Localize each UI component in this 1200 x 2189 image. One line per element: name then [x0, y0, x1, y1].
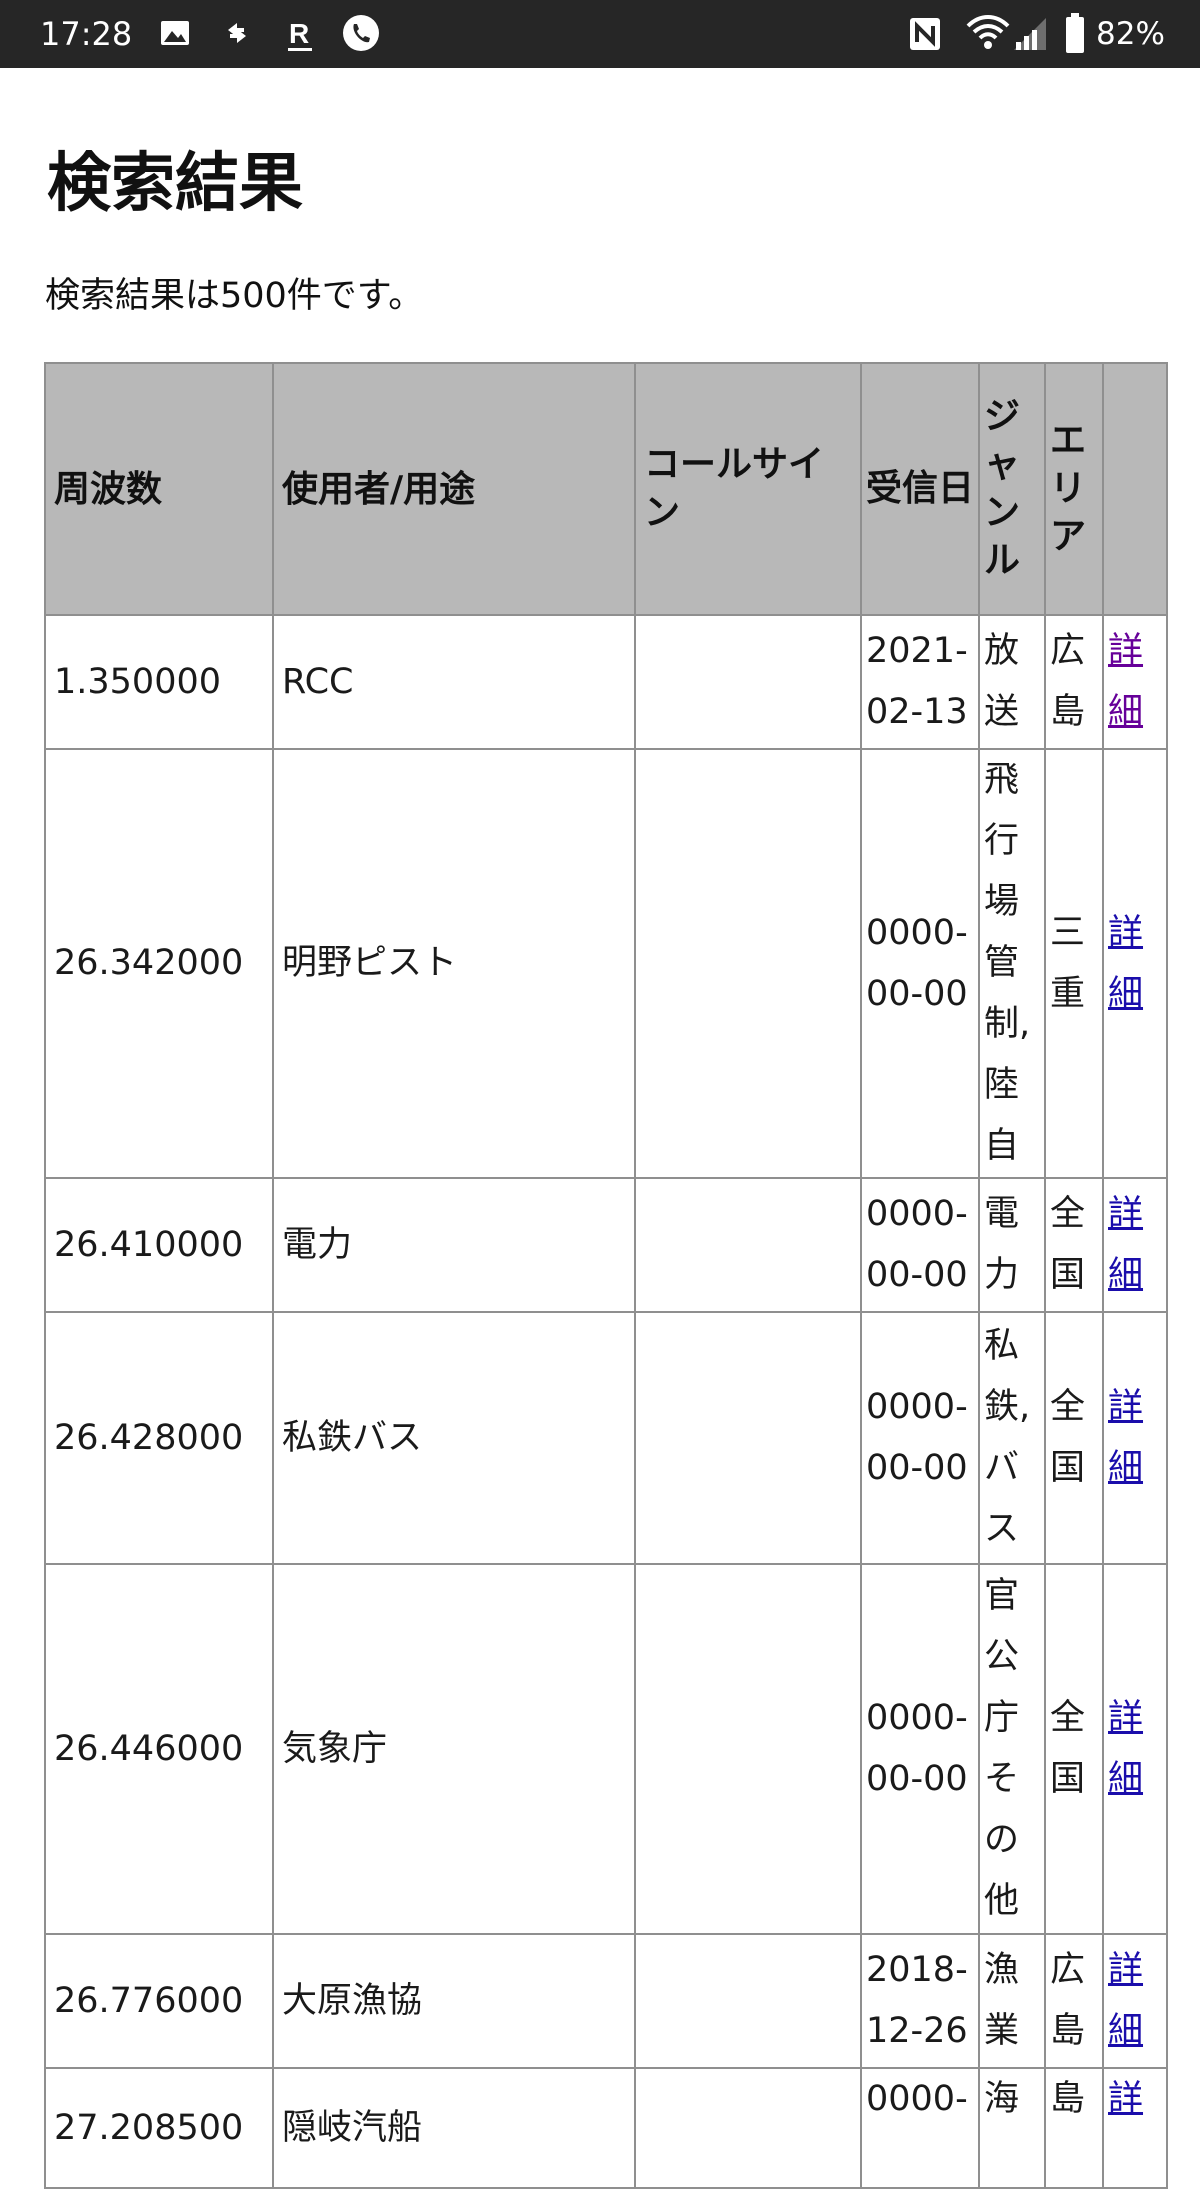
cell-area: 広島	[1044, 614, 1104, 750]
cell-detail: 詳細	[1102, 1177, 1168, 1313]
table-row: 26.342000 明野ピスト 0000-00-00 飛行場管制,陸自 三重 詳…	[44, 748, 1168, 1179]
detail-link[interactable]: 詳細	[1108, 913, 1143, 1014]
battery-percent: 82%	[1096, 16, 1165, 52]
header-date: 受信日	[860, 362, 980, 616]
cell-frequency: 1.350000	[44, 614, 274, 750]
header-user: 使用者/用途	[272, 362, 636, 616]
status-time: 17:28	[40, 15, 133, 53]
results-table: 周波数 使用者/用途 コールサイン 受信日 ジャンル エリア 1.350000 …	[44, 362, 1168, 2189]
cell-genre: 飛行場管制,陸自	[978, 748, 1046, 1179]
cell-area: 島	[1044, 2067, 1104, 2189]
cell-genre: 海	[978, 2067, 1046, 2189]
cell-genre: 私鉄,バス	[978, 1311, 1046, 1565]
header-link	[1102, 362, 1168, 616]
cell-genre: 電力	[978, 1177, 1046, 1313]
cell-date: 0000-00-00	[860, 1563, 980, 1935]
cell-genre: 官公庁その他	[978, 1563, 1046, 1935]
table-row: 26.428000 私鉄バス 0000-00-00 私鉄,バス 全国 詳細	[44, 1311, 1168, 1565]
cell-area: 三重	[1044, 748, 1104, 1179]
cell-detail: 詳細	[1102, 1563, 1168, 1935]
table-header-row: 周波数 使用者/用途 コールサイン 受信日 ジャンル エリア	[44, 362, 1168, 616]
detail-link[interactable]: 詳細	[1108, 1950, 1143, 2051]
cell-detail: 詳細	[1102, 748, 1168, 1179]
cell-genre: 漁業	[978, 1933, 1046, 2069]
detail-link[interactable]: 詳細	[1108, 631, 1143, 732]
detail-link[interactable]: 詳細	[1108, 1698, 1143, 1799]
rakuten-glyph: R	[289, 18, 309, 49]
cell-date: 0000-	[860, 2067, 980, 2189]
cell-user: RCC	[272, 614, 636, 750]
status-bar: 17:28 R 82%	[0, 0, 1200, 68]
detail-link[interactable]: 詳細	[1108, 1194, 1143, 1295]
cell-user: 私鉄バス	[272, 1311, 636, 1565]
cell-area: 広島	[1044, 1933, 1104, 2069]
header-frequency: 周波数	[44, 362, 274, 616]
cell-detail: 詳	[1102, 2067, 1168, 2189]
cell-callsign	[634, 1311, 862, 1565]
cell-date: 2018-12-26	[860, 1933, 980, 2069]
cell-callsign	[634, 614, 862, 750]
cell-detail: 詳細	[1102, 1933, 1168, 2069]
signal-icon	[1014, 18, 1046, 50]
cell-area: 全国	[1044, 1177, 1104, 1313]
header-area: エリア	[1044, 362, 1104, 616]
table-row: 1.350000 RCC 2021-02-13 放送 広島 詳細	[44, 614, 1168, 750]
cell-user: 明野ピスト	[272, 748, 636, 1179]
cell-callsign	[634, 748, 862, 1179]
cell-detail: 詳細	[1102, 614, 1168, 750]
table-row: 26.446000 気象庁 0000-00-00 官公庁その他 全国 詳細	[44, 1563, 1168, 1935]
header-genre: ジャンル	[978, 362, 1046, 616]
gallery-icon	[161, 21, 189, 45]
cell-callsign	[634, 1177, 862, 1313]
cell-user: 電力	[272, 1177, 636, 1313]
detail-link[interactable]: 詳	[1108, 2079, 1143, 2119]
rakuten-icon: R	[288, 18, 312, 51]
cell-area: 全国	[1044, 1563, 1104, 1935]
cell-detail: 詳細	[1102, 1311, 1168, 1565]
battery-icon	[1066, 13, 1084, 53]
cell-frequency: 27.208500	[44, 2067, 274, 2189]
table-row: 26.410000 電力 0000-00-00 電力 全国 詳細	[44, 1177, 1168, 1313]
cell-frequency: 26.428000	[44, 1311, 274, 1565]
result-summary: 検索結果は500件です。	[45, 276, 424, 316]
phone-icon	[343, 15, 379, 51]
cell-frequency: 26.776000	[44, 1933, 274, 2069]
cell-user: 気象庁	[272, 1563, 636, 1935]
cell-callsign	[634, 1933, 862, 2069]
page-title: 検索結果	[47, 147, 303, 221]
cell-area: 全国	[1044, 1311, 1104, 1565]
detail-link[interactable]: 詳細	[1108, 1387, 1143, 1488]
cell-frequency: 26.446000	[44, 1563, 274, 1935]
cell-callsign	[634, 1563, 862, 1935]
cell-frequency: 26.342000	[44, 748, 274, 1179]
header-callsign: コールサイン	[634, 362, 862, 616]
table-row: 26.776000 大原漁協 2018-12-26 漁業 広島 詳細	[44, 1933, 1168, 2069]
cell-frequency: 26.410000	[44, 1177, 274, 1313]
table-row: 27.208500 隠岐汽船 0000- 海 島 詳	[44, 2067, 1168, 2189]
cell-callsign	[634, 2067, 862, 2189]
wifi-icon	[966, 15, 1010, 49]
sync-icon	[228, 23, 246, 43]
cell-date: 0000-00-00	[860, 1311, 980, 1565]
cell-genre: 放送	[978, 614, 1046, 750]
nfc-icon	[910, 18, 940, 50]
cell-user: 大原漁協	[272, 1933, 636, 2069]
cell-date: 2021-02-13	[860, 614, 980, 750]
cell-user: 隠岐汽船	[272, 2067, 636, 2189]
cell-date: 0000-00-00	[860, 1177, 980, 1313]
cell-date: 0000-00-00	[860, 748, 980, 1179]
